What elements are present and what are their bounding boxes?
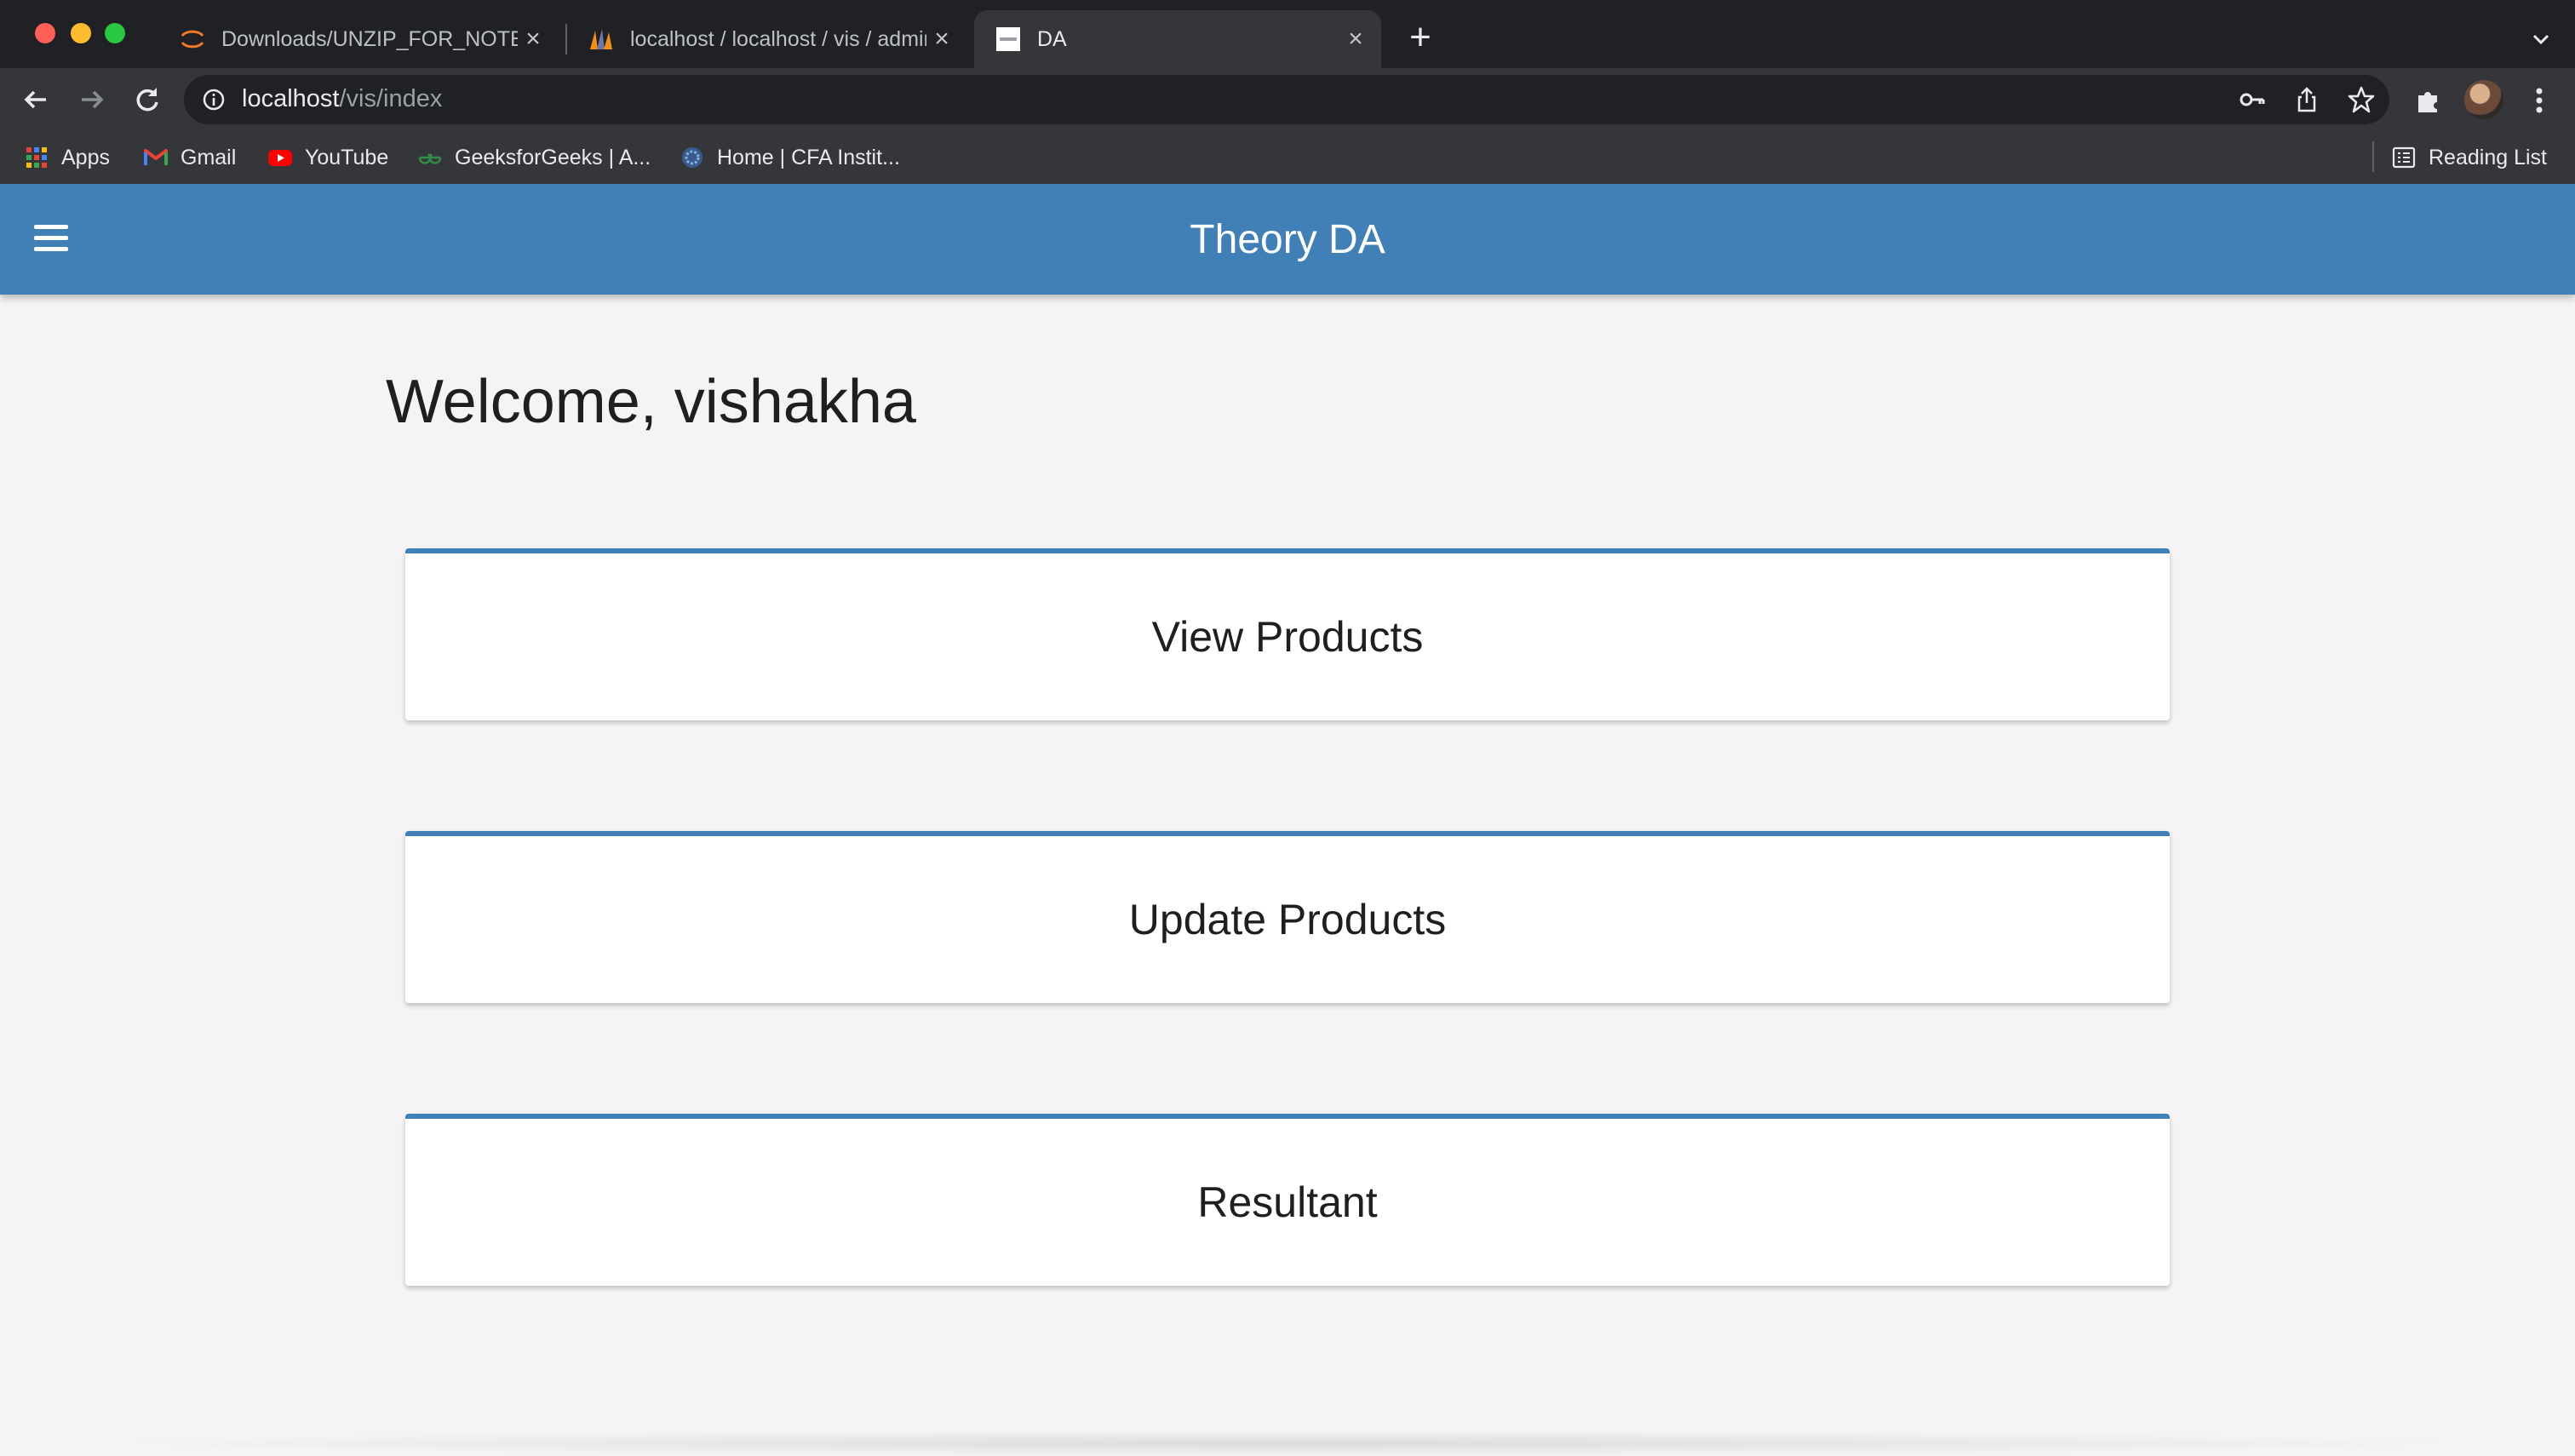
reading-list-icon xyxy=(2392,146,2416,169)
bookmark-label: Gmail xyxy=(181,145,237,169)
url-path: /vis/index xyxy=(339,85,443,112)
bookmark-geeksforgeeks[interactable]: GeeksforGeeks | A... xyxy=(417,141,651,174)
app-header-bar: Theory DA xyxy=(0,184,2575,295)
tab-title: DA xyxy=(1037,26,1067,51)
tab-title: Downloads/UNZIP_FOR_NOTEBOOKS xyxy=(221,26,518,51)
tab-close-icon[interactable]: × xyxy=(926,25,957,54)
bookmark-gmail[interactable]: Gmail xyxy=(143,141,236,174)
address-url: localhost/vis/index xyxy=(242,85,442,113)
browser-tab-strip: Downloads/UNZIP_FOR_NOTEBOOKS × localhos… xyxy=(0,0,2575,68)
chevron-down-icon[interactable] xyxy=(2524,22,2558,56)
app-title: Theory DA xyxy=(1190,217,1385,262)
bookmark-apps[interactable]: Apps xyxy=(24,141,110,174)
browser-toolbar: localhost/vis/index xyxy=(0,68,2575,131)
update-products-card[interactable]: Update Products xyxy=(405,831,2170,1003)
tab-title: localhost / localhost / vis / admin xyxy=(630,26,926,51)
address-bar[interactable]: localhost/vis/index xyxy=(184,75,2389,124)
tab-close-icon[interactable]: × xyxy=(518,25,548,54)
geeksforgeeks-icon xyxy=(418,153,442,164)
bookmarks-bar: Apps Gmail YouTube GeeksforGeeks | A... … xyxy=(0,131,2575,185)
cfa-icon xyxy=(682,147,703,168)
page-icon xyxy=(996,27,1020,51)
reading-list-button[interactable]: Reading List xyxy=(2391,141,2547,174)
more-vertical-icon[interactable] xyxy=(2522,83,2556,118)
window-zoom-button[interactable] xyxy=(105,23,125,43)
bookmarks-separator xyxy=(2372,141,2374,172)
apps-grid-icon xyxy=(26,147,47,168)
gmail-icon xyxy=(144,149,168,165)
phpmyadmin-icon xyxy=(590,29,612,49)
share-icon[interactable] xyxy=(2292,85,2321,114)
resultant-card[interactable]: Resultant xyxy=(405,1114,2170,1286)
site-info-icon[interactable] xyxy=(201,87,227,112)
browser-tab-jupyter[interactable]: Downloads/UNZIP_FOR_NOTEBOOKS × xyxy=(158,10,559,68)
view-products-card[interactable]: View Products xyxy=(405,548,2170,720)
bookmark-star-icon[interactable] xyxy=(2347,85,2376,114)
window-close-button[interactable] xyxy=(35,23,55,43)
new-tab-button[interactable]: + xyxy=(1403,19,1437,56)
bookmark-label: YouTube xyxy=(305,145,389,169)
browser-tab-da[interactable]: DA × xyxy=(974,10,1381,68)
browser-tab-phpmyadmin[interactable]: localhost / localhost / vis / admin × xyxy=(567,10,967,68)
bookmark-label: Apps xyxy=(61,145,110,169)
tab-close-icon[interactable]: × xyxy=(1340,25,1371,54)
key-icon[interactable] xyxy=(2238,85,2267,114)
forward-arrow-icon[interactable] xyxy=(72,80,111,119)
back-arrow-icon[interactable] xyxy=(17,80,56,119)
reading-list-label: Reading List xyxy=(2429,145,2547,169)
jupyter-icon xyxy=(181,30,204,49)
profile-avatar[interactable] xyxy=(2464,80,2503,119)
window-minimize-button[interactable] xyxy=(71,23,91,43)
welcome-heading: Welcome, vishakha xyxy=(386,368,916,436)
url-host: localhost xyxy=(242,85,340,112)
bookmark-label: Home | CFA Instit... xyxy=(717,145,900,169)
bookmark-label: GeeksforGeeks | A... xyxy=(455,145,651,169)
extensions-puzzle-icon[interactable] xyxy=(2412,83,2446,118)
reload-icon[interactable] xyxy=(128,80,167,119)
youtube-icon xyxy=(268,150,292,166)
bookmark-youtube[interactable]: YouTube xyxy=(267,141,388,174)
bookmark-cfa[interactable]: Home | CFA Instit... xyxy=(680,141,900,174)
